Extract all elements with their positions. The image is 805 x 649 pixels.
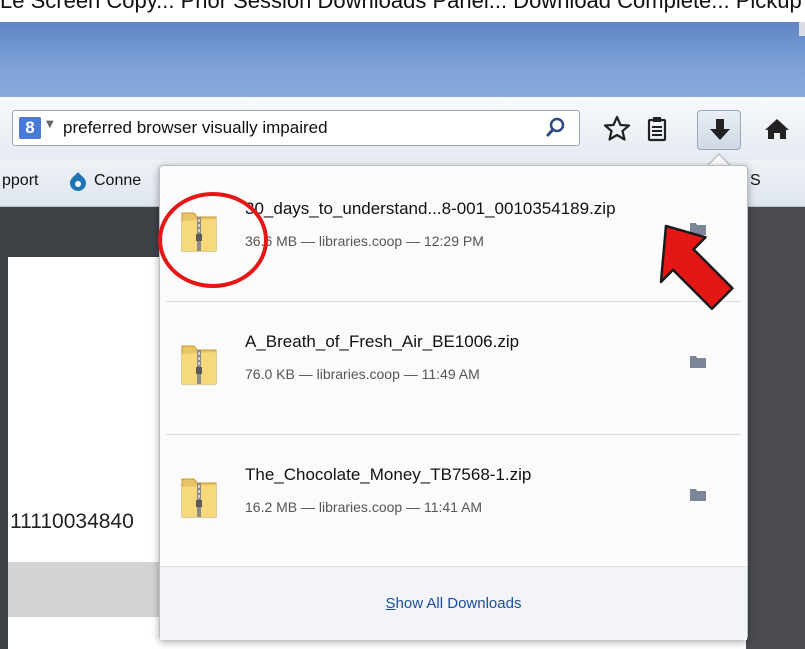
downloads-button[interactable]	[697, 110, 741, 150]
magnifier-icon[interactable]	[543, 113, 569, 143]
download-meta: 76.0 KB — libraries.coop — 11:49 AM	[245, 366, 480, 382]
home-icon[interactable]	[762, 112, 792, 146]
caption-strip: Le Screen Copy... Prior Session Download…	[0, 0, 805, 22]
folder-icon[interactable]	[690, 487, 706, 501]
zip-folder-icon	[181, 345, 217, 385]
window-titlebar	[0, 22, 805, 97]
page-partial-number: 11110034840	[10, 510, 134, 533]
download-meta: 36.6 MB — libraries.coop — 12:29 PM	[245, 233, 484, 249]
annotation-circle	[158, 192, 268, 288]
chevron-down-icon[interactable]: ▼	[46, 119, 54, 130]
annotation-arrow-icon	[659, 224, 734, 310]
bookmark-support[interactable]: pport	[2, 172, 38, 190]
zip-folder-icon	[181, 478, 217, 518]
download-meta: 16.2 MB — libraries.coop — 11:41 AM	[245, 499, 483, 515]
show-all-label: how All Downloads	[395, 595, 522, 612]
page-left-border	[0, 257, 8, 649]
bookmark-connect[interactable]: Conne	[94, 172, 141, 190]
download-filename: The_Chocolate_Money_TB7568-1.zip	[245, 465, 532, 484]
bookmark-partial[interactable]: S	[750, 172, 761, 190]
download-item[interactable]: The_Chocolate_Money_TB7568-1.zip 16.2 MB…	[160, 435, 747, 567]
show-all-downloads[interactable]: Show All Downloads	[160, 566, 747, 640]
show-all-downloads-button[interactable]: Show All Downloads	[160, 595, 747, 612]
download-filename: 30_days_to_understand...8-001_0010354189…	[245, 199, 616, 218]
drupal-icon	[70, 172, 86, 191]
window-scroll-knob[interactable]	[799, 22, 805, 36]
search-input[interactable]: preferred browser visually impaired	[63, 118, 328, 138]
download-filename: A_Breath_of_Fresh_Air_BE1006.zip	[245, 332, 520, 351]
star-icon[interactable]	[600, 112, 634, 146]
download-arrow-icon	[710, 119, 730, 140]
google-icon[interactable]: 8	[19, 117, 41, 139]
clipboard-icon[interactable]	[640, 112, 674, 146]
show-all-accesskey: S	[385, 595, 396, 612]
search-box[interactable]: 8 ▼ preferred browser visually impaired	[12, 110, 580, 146]
caption-text: Le Screen Copy... Prior Session Download…	[0, 0, 802, 13]
folder-icon[interactable]	[690, 354, 706, 368]
